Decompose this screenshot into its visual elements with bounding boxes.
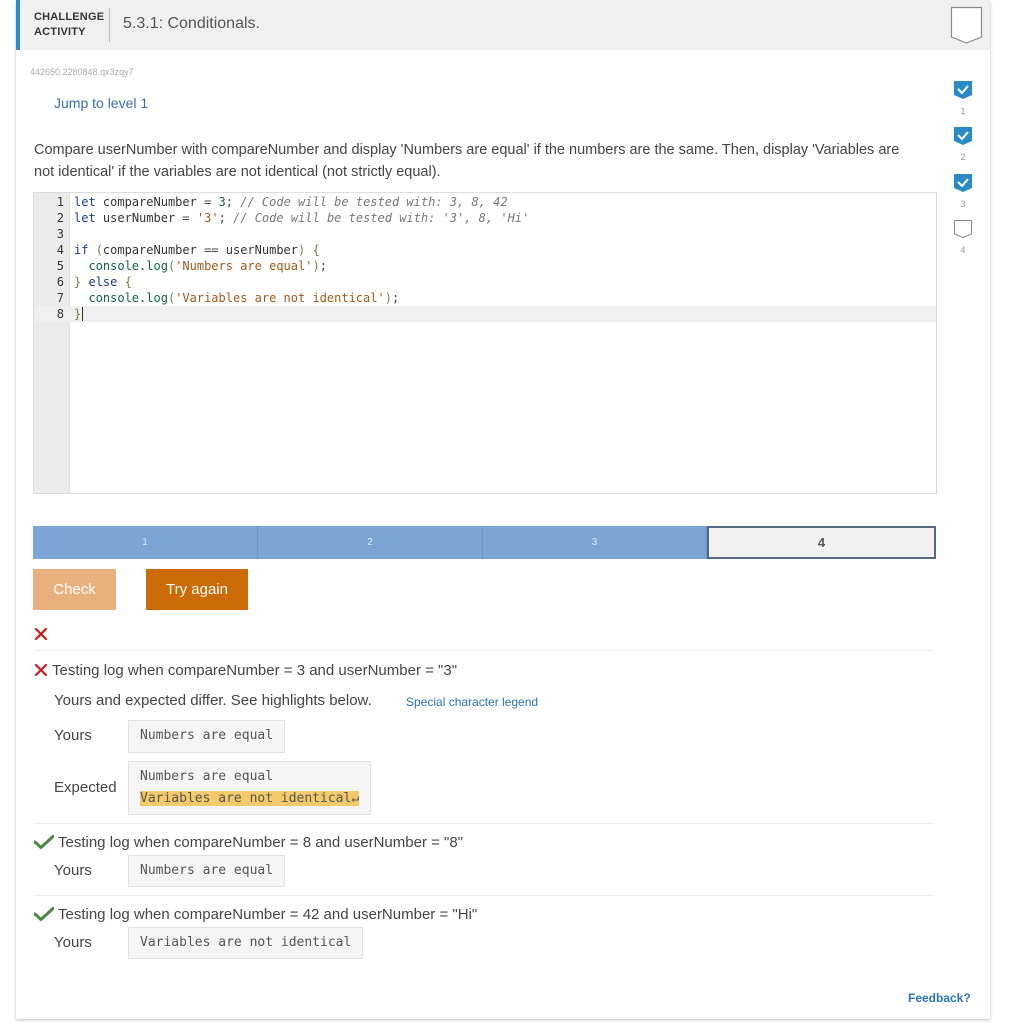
progress-segment-4-current[interactable]: 4: [707, 526, 936, 559]
code-line[interactable]: 4 if (compareNumber == userNumber) {: [34, 242, 936, 258]
bookmark-icon[interactable]: [950, 6, 983, 44]
test-1-title: Testing log when compareNumber = 3 and u…: [34, 662, 457, 679]
line-number: 1: [56, 195, 64, 209]
level-number: 2: [960, 152, 966, 162]
check-button[interactable]: Check: [33, 569, 116, 610]
header-divider: [109, 8, 110, 42]
try-again-button[interactable]: Try again: [146, 569, 248, 610]
code-line-active[interactable]: 8}: [34, 306, 936, 322]
code-line[interactable]: 6 } else {: [34, 274, 936, 290]
line-number: 6: [56, 275, 64, 289]
level-progress-bar: 1 2 3 4: [33, 526, 936, 559]
overall-fail-icon: [34, 627, 48, 646]
completed-check-icon: [954, 127, 972, 145]
test-1-expected-output: Numbers are equal Variables are not iden…: [128, 761, 372, 815]
code-line-text: if (compareNumber == userNumber) {: [74, 243, 320, 257]
test-2-yours-label: Yours: [54, 862, 92, 879]
activity-type-line1: CHALLENGE: [34, 11, 105, 23]
special-character-legend-link[interactable]: Special character legend: [406, 695, 538, 709]
test-1-yours-output: Numbers are equal: [128, 720, 286, 753]
completed-check-icon: [954, 174, 972, 192]
test-3-yours-label: Yours: [54, 934, 92, 951]
challenge-prompt: Compare userNumber with compareNumber an…: [34, 142, 900, 180]
activity-title: 5.3.1: Conditionals.: [123, 15, 260, 32]
code-content[interactable]: 1 let compareNumber = 3; // Code will be …: [34, 194, 936, 322]
feedback-link[interactable]: Feedback?: [908, 991, 971, 1005]
line-number: 8: [56, 307, 64, 321]
progress-segment-2[interactable]: 2: [258, 526, 483, 559]
divider: [34, 895, 934, 896]
code-line-text: let userNumber = '3'; // Code will be te…: [74, 211, 530, 225]
test-1-expected-label: Expected: [54, 779, 117, 796]
line-number: 7: [56, 291, 64, 305]
incomplete-level-icon: [954, 220, 972, 239]
activity-header: CHALLENGE ACTIVITY 5.3.1: Conditionals.: [16, 0, 990, 50]
code-line-text: }: [74, 307, 84, 321]
output-line: Numbers are equal: [140, 769, 274, 784]
code-line[interactable]: 1 let compareNumber = 3; // Code will be …: [34, 194, 936, 210]
test-1-yours-label: Yours: [54, 727, 92, 744]
divider: [34, 650, 934, 651]
test-3-yours-output: Variables are not identical: [128, 927, 364, 959]
test-2-yours-output: Numbers are equal: [128, 855, 286, 887]
test-1-note: Yours and expected differ. See highlight…: [54, 692, 372, 709]
code-line[interactable]: 7 console.log('Variables are not identic…: [34, 290, 936, 306]
level-2-indicator[interactable]: 2: [952, 126, 974, 162]
line-number: 4: [56, 243, 64, 257]
line-number: 3: [56, 227, 64, 241]
fail-x-icon: [34, 663, 48, 677]
code-editor[interactable]: 1 let compareNumber = 3; // Code will be …: [33, 192, 937, 494]
pass-check-icon: [33, 835, 55, 849]
output-line: Numbers are equal: [140, 863, 274, 878]
test-3-title-text: Testing log when compareNumber = 42 and …: [58, 906, 478, 923]
divider: [34, 823, 934, 824]
code-line-text: console.log('Variables are not identical…: [88, 291, 400, 305]
challenge-activity-frame: CHALLENGE ACTIVITY 5.3.1: Conditionals. …: [16, 0, 990, 1019]
level-3-indicator[interactable]: 3: [952, 173, 974, 209]
code-line-text: let compareNumber = 3; // Code will be t…: [74, 195, 508, 209]
activity-type-label: CHALLENGE ACTIVITY: [34, 10, 104, 40]
output-line-highlighted: Variables are not identical↵: [140, 791, 360, 806]
code-line-text: console.log('Numbers are equal');: [88, 259, 327, 273]
code-line-text: } else {: [74, 275, 132, 289]
completed-check-icon: [954, 81, 972, 99]
test-3-title: Testing log when compareNumber = 42 and …: [33, 906, 478, 923]
jump-to-level-link[interactable]: Jump to level 1: [54, 95, 148, 111]
test-1-title-text: Testing log when compareNumber = 3 and u…: [52, 662, 458, 679]
output-line: Numbers are equal: [140, 728, 274, 743]
level-1-indicator[interactable]: 1: [952, 80, 974, 116]
code-line[interactable]: 2 let userNumber = '3'; // Code will be t…: [34, 210, 936, 226]
output-line: Variables are not identical: [140, 935, 352, 950]
level-number: 1: [960, 106, 966, 116]
level-number: 3: [960, 199, 966, 209]
code-line[interactable]: 5 console.log('Numbers are equal');: [34, 258, 936, 274]
line-number: 2: [56, 211, 64, 225]
activity-id: 442650.2280848.qx3zqy7: [30, 67, 134, 77]
test-2-title-text: Testing log when compareNumber = 8 and u…: [58, 834, 464, 851]
test-2-title: Testing log when compareNumber = 8 and u…: [33, 834, 464, 851]
activity-type-line2: ACTIVITY: [34, 26, 86, 38]
line-number: 5: [56, 259, 64, 273]
progress-segment-3[interactable]: 3: [483, 526, 707, 559]
level-number: 4: [960, 245, 966, 255]
pass-check-icon: [33, 907, 55, 921]
code-line[interactable]: 3: [34, 226, 936, 242]
progress-segment-1[interactable]: 1: [33, 526, 258, 559]
level-4-indicator[interactable]: 4: [952, 219, 974, 255]
